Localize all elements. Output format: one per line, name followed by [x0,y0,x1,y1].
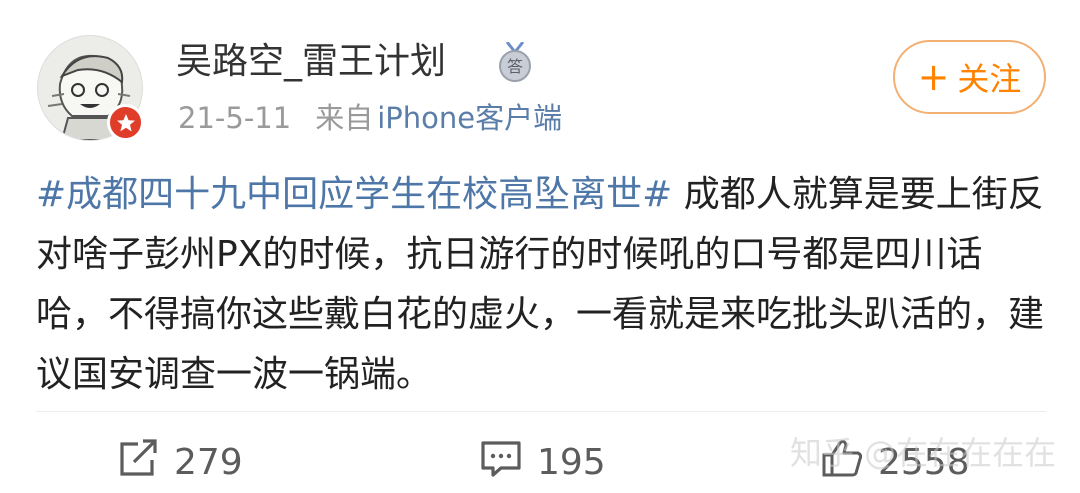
share-count: 279 [174,441,243,483]
share-button[interactable]: 279 [116,437,243,487]
share-icon [116,438,160,487]
author-name[interactable]: 吴路空_雷王计划 [176,38,446,86]
divider [36,411,1046,412]
like-count: 2558 [878,441,970,483]
comment-button[interactable]: 195 [479,437,606,487]
post-meta: 21-5-11 来自 iPhone客户端 [178,98,562,138]
topic-link[interactable]: #成都四十九中回应学生在校高坠离世# [36,174,672,215]
post-content: #成都四十九中回应学生在校高坠离世# 成都人就算是要上街反对啥子彭州PX的时候，… [36,165,1046,405]
client-link[interactable]: iPhone客户端 [377,101,562,135]
thumbs-up-icon [820,437,864,488]
plus-icon: + [917,55,950,99]
comment-icon [479,438,523,487]
follow-label: 关注 [957,60,1022,98]
comment-count: 195 [537,441,606,483]
medal-icon[interactable]: 答 [496,41,534,82]
verified-badge-icon [107,104,144,141]
like-button[interactable]: 2558 [820,437,970,487]
post-date: 21-5-11 [178,101,292,135]
medal-glyph: 答 [507,57,523,76]
follow-button[interactable]: + 关注 [893,40,1046,114]
source-prefix: 来自 [315,101,374,135]
